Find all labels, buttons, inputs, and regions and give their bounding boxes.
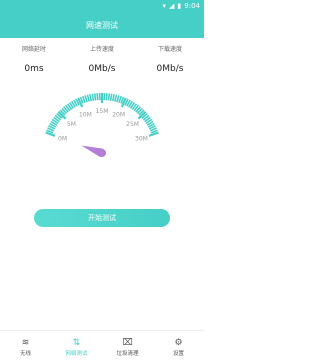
nav-label: 网络测试 (65, 351, 87, 357)
gauge-tick-label: 20M (112, 111, 125, 118)
gauge-tick-label: 10M (79, 111, 92, 118)
bottom-nav: ≋ 无线 ⇅ 网络测试 ⌧ 垃圾清理 ⚙ 设置 (0, 330, 204, 363)
metric-label: 下载速度 (140, 44, 200, 53)
gauge-tick (111, 94, 112, 101)
gauge-tick (92, 94, 93, 101)
nav-item-cleanup[interactable]: ⌧ 垃圾清理 (108, 338, 148, 357)
start-test-button[interactable]: 开始测试 (34, 209, 170, 227)
metric-label: 网络延时 (4, 44, 64, 53)
wifi-icon: ≋ (6, 338, 46, 349)
metric-label: 上传速度 (72, 44, 132, 53)
gauge-tick (117, 95, 119, 102)
gauge-tick-label: 30M (135, 136, 148, 143)
gauge-hub (98, 149, 106, 157)
metric-download: 下载速度 0Mb/s (140, 44, 200, 74)
gauge-tick (115, 95, 117, 102)
battery-icon: ▮ (177, 2, 181, 10)
gauge-tick (113, 94, 114, 101)
status-time: 9:04 (184, 2, 200, 10)
speed-gauge: 0M 5M 10M 15M 20M 25M 30M (0, 90, 204, 170)
nav-item-network-test[interactable]: ⇅ 网络测试 (57, 338, 97, 357)
app-bar: 网速测试 (0, 12, 204, 38)
speed-metrics: 网络延时 0ms 上传速度 0Mb/s 下载速度 0Mb/s (0, 44, 204, 74)
gauge-tick-label: 15M (96, 108, 109, 115)
metric-upload: 上传速度 0Mb/s (72, 44, 132, 74)
metric-latency: 网络延时 0ms (4, 44, 64, 74)
nav-label: 垃圾清理 (116, 351, 138, 357)
metric-value: 0Mb/s (140, 64, 200, 74)
gauge-tick (85, 95, 87, 102)
gauge-labels: 0M 5M 10M 15M 20M 25M 30M (58, 108, 148, 143)
wifi-icon: ▾ (163, 2, 167, 10)
metric-value: 0ms (4, 64, 64, 74)
metric-value: 0Mb/s (72, 64, 132, 74)
nav-item-wireless[interactable]: ≋ 无线 (6, 338, 46, 357)
network-test-icon: ⇅ (57, 338, 97, 349)
trash-icon: ⌧ (108, 338, 148, 349)
gauge-tick-label: 25M (126, 121, 139, 128)
signal-icon: ◢ (169, 2, 174, 10)
gauge-tick (149, 132, 158, 135)
gauge-tick (97, 93, 98, 100)
status-bar: ▾ ◢ ▮ 9:04 (0, 0, 204, 12)
gauge-tick-label: 5M (67, 121, 76, 128)
gauge-tick (87, 95, 89, 102)
gauge-tick (90, 94, 91, 101)
gauge-tick (95, 93, 96, 100)
nav-label: 无线 (20, 351, 31, 357)
gauge-tick (108, 93, 109, 100)
gauge-tick (106, 93, 107, 100)
gauge-tick (46, 132, 55, 135)
nav-label: 设置 (173, 351, 184, 357)
page-title: 网速测试 (86, 20, 118, 31)
gauge-tick-label: 0M (58, 136, 67, 143)
nav-item-settings[interactable]: ⚙ 设置 (159, 338, 199, 357)
settings-icon: ⚙ (159, 338, 199, 349)
